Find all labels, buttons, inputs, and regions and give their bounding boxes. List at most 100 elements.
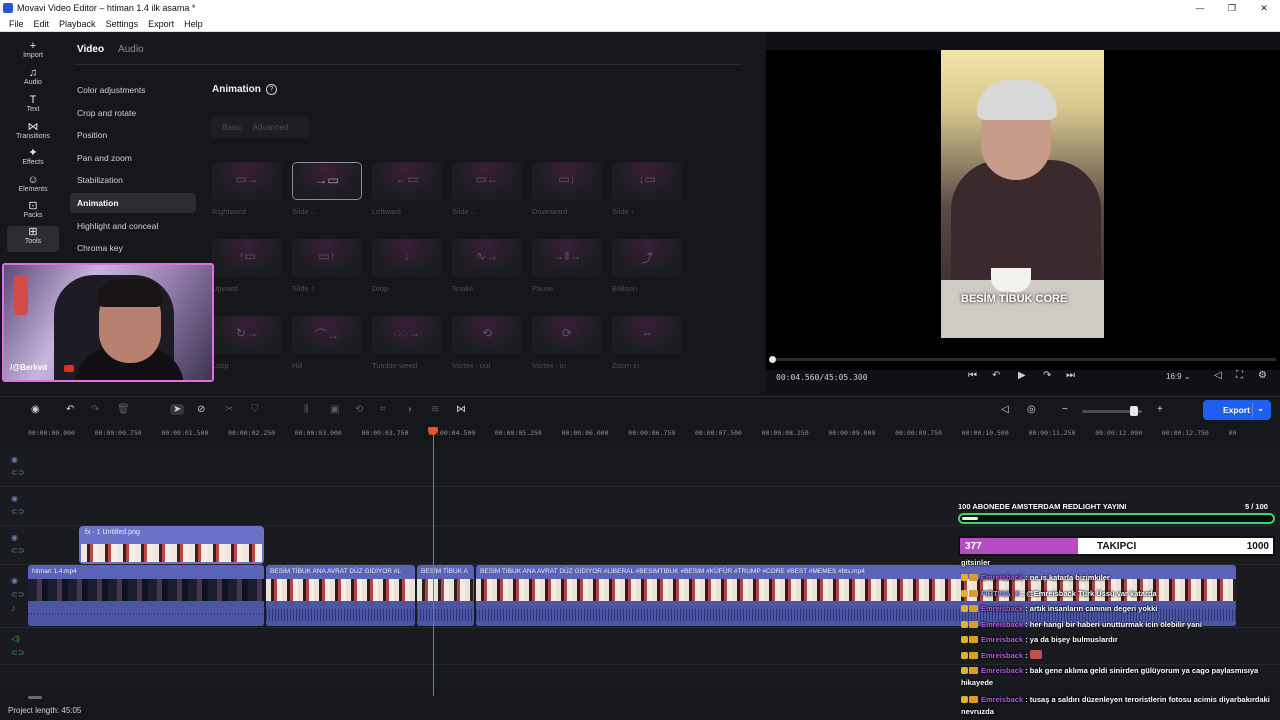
magnet-icon[interactable]: ◎: [1027, 404, 1036, 415]
video-clip[interactable]: BESİM TİBUK A: [417, 565, 474, 626]
minimize-button[interactable]: —: [1184, 0, 1216, 16]
transition-wizard-icon[interactable]: ⋈: [456, 404, 466, 415]
timeline-scrollbar[interactable]: [28, 696, 42, 699]
eye-icon[interactable]: ◉: [11, 455, 18, 464]
play-icon[interactable]: ▶: [1018, 370, 1026, 381]
animation-preset-tile[interactable]: ↻→: [212, 316, 282, 354]
zoom-out-icon[interactable]: −: [1062, 404, 1068, 415]
link-icon[interactable]: ⊂⊃: [11, 468, 24, 477]
tab-video[interactable]: Video: [77, 44, 104, 55]
step-back-icon[interactable]: ↶: [992, 370, 1000, 381]
seek-knob[interactable]: [768, 356, 776, 363]
video-clip[interactable]: BESİM TİBUK ANA AVRAT DÜZ GİDİYOR #L: [266, 565, 415, 626]
help-icon[interactable]: ?: [266, 84, 277, 95]
animation-preset-tile[interactable]: ↑▭: [212, 239, 282, 277]
category-highlight-conceal[interactable]: Highlight and conceal: [70, 216, 196, 236]
category-crop-rotate[interactable]: Crop and rotate: [70, 103, 196, 123]
eye-icon[interactable]: ◉: [11, 494, 18, 503]
animation-preset-tile[interactable]: →‖→: [532, 239, 602, 277]
step-forward-icon[interactable]: ↷: [1043, 370, 1051, 381]
tool-text[interactable]: T Text: [7, 94, 59, 120]
tool-tools[interactable]: ⊞ Tools: [7, 226, 59, 252]
animation-preset-tile[interactable]: ←▭: [372, 162, 442, 200]
timeline-ruler[interactable]: 00:00:00.000 00:00:00.750 00:00:01.500 00:0…: [0, 424, 1280, 448]
blade-tool-icon[interactable]: ⊘: [197, 404, 205, 415]
animation-preset-tile[interactable]: ⌒→: [292, 316, 362, 354]
skip-end-icon[interactable]: ⏭: [1066, 370, 1075, 381]
tool-packs[interactable]: ⊡ Packs: [7, 200, 59, 226]
tab-audio[interactable]: Audio: [118, 44, 144, 55]
link-icon[interactable]: ⊂⊃: [11, 546, 24, 555]
category-position[interactable]: Position: [70, 125, 196, 145]
animation-preset-tile[interactable]: ↓▭: [612, 162, 682, 200]
settings-gear-icon[interactable]: ⚙: [1258, 370, 1267, 381]
animation-preset-tile[interactable]: ◌◌→: [372, 316, 442, 354]
select-tool-icon[interactable]: ➤: [170, 404, 185, 415]
overlay-clip[interactable]: fx · 1 Untitled.png: [79, 526, 264, 564]
chevron-down-icon[interactable]: ⌄: [1257, 404, 1264, 413]
color-icon[interactable]: ◑: [406, 404, 412, 415]
animation-preset-tile[interactable]: ↓: [372, 239, 442, 277]
animation-preset-tile[interactable]: ▭↓: [532, 162, 602, 200]
eye-icon[interactable]: ◉: [11, 576, 18, 585]
animation-preset-tile[interactable]: ▭↑: [292, 239, 362, 277]
menu-file[interactable]: File: [9, 19, 24, 29]
segment-basic[interactable]: Basic: [222, 123, 242, 132]
category-animation[interactable]: Animation: [70, 193, 196, 213]
animation-preset-tile[interactable]: ▭←: [452, 162, 522, 200]
link-icon[interactable]: ⊂⊃: [11, 648, 24, 657]
animation-preset-tile[interactable]: ⟳: [532, 316, 602, 354]
tool-audio[interactable]: ♫ Audio: [7, 67, 59, 93]
link-icon[interactable]: ⊂⊃: [11, 590, 24, 599]
category-stabilization[interactable]: Stabilization: [70, 170, 196, 190]
category-pan-zoom[interactable]: Pan and zoom: [70, 148, 196, 168]
split-icon[interactable]: ⫼: [304, 404, 309, 415]
animation-preset-tile[interactable]: ⟲: [452, 316, 522, 354]
animation-preset-tile[interactable]: ▭→: [212, 162, 282, 200]
export-button[interactable]: Export ⌄: [1203, 400, 1271, 420]
zoom-in-icon[interactable]: +: [1157, 404, 1163, 415]
menu-edit[interactable]: Edit: [34, 19, 50, 29]
eye-icon[interactable]: ◉: [11, 533, 18, 542]
menu-settings[interactable]: Settings: [106, 19, 139, 29]
animation-preset-tile[interactable]: ⇔: [612, 316, 682, 354]
maximize-button[interactable]: ❐: [1216, 0, 1248, 16]
frame-icon[interactable]: ▣: [330, 404, 339, 415]
video-clip[interactable]: hitman 1.4.mp4: [28, 565, 264, 626]
rotate-icon[interactable]: ⟲: [355, 404, 363, 415]
aspect-ratio-select[interactable]: 16:9 ⌄: [1166, 372, 1191, 381]
audio-mute-icon[interactable]: ◁): [11, 634, 20, 643]
playhead[interactable]: [433, 428, 434, 696]
zoom-slider-knob[interactable]: [1130, 406, 1138, 416]
volume-icon[interactable]: ◁: [1214, 370, 1222, 381]
record-icon[interactable]: ◉: [31, 404, 40, 415]
animation-preset-tile[interactable]: →▭: [292, 162, 362, 200]
tool-import[interactable]: + Import: [7, 40, 59, 66]
undo-icon[interactable]: ↶: [66, 404, 74, 415]
tool-effects[interactable]: ✦ Effects: [7, 147, 59, 173]
category-color-adjustments[interactable]: Color adjustments: [70, 80, 196, 100]
tool-transitions[interactable]: ⋈ Transitions: [7, 121, 59, 147]
menu-export[interactable]: Export: [148, 19, 174, 29]
animation-preset-tile[interactable]: ⤴: [612, 239, 682, 277]
marker-icon[interactable]: ⛉: [251, 404, 259, 415]
menu-help[interactable]: Help: [184, 19, 203, 29]
audio-detach-icon[interactable]: ◁: [1001, 404, 1009, 415]
animation-preset-tile[interactable]: ∿→: [452, 239, 522, 277]
close-button[interactable]: ✕: [1248, 0, 1280, 16]
audio-lane-icon[interactable]: ♪: [11, 604, 15, 613]
scissors-icon[interactable]: ✂: [225, 404, 233, 415]
link-icon[interactable]: ⊂⊃: [11, 507, 24, 516]
segment-advanced[interactable]: Advanced: [253, 123, 289, 132]
category-chroma-key[interactable]: Chroma key: [70, 238, 196, 258]
adjust-icon[interactable]: ≋: [431, 404, 439, 415]
skip-start-icon[interactable]: ⏮: [968, 370, 977, 381]
preview-screen[interactable]: BESİM TİBUK CORE: [766, 50, 1280, 370]
menu-playback[interactable]: Playback: [59, 19, 96, 29]
seek-bar[interactable]: [768, 356, 1276, 363]
redo-icon[interactable]: ↷: [91, 404, 99, 415]
delete-icon[interactable]: 🗑: [117, 404, 130, 415]
crop-icon[interactable]: ⌗: [380, 404, 386, 415]
fullscreen-icon[interactable]: ⛶: [1236, 370, 1243, 381]
tool-elements[interactable]: ☺ Elements: [7, 174, 59, 200]
